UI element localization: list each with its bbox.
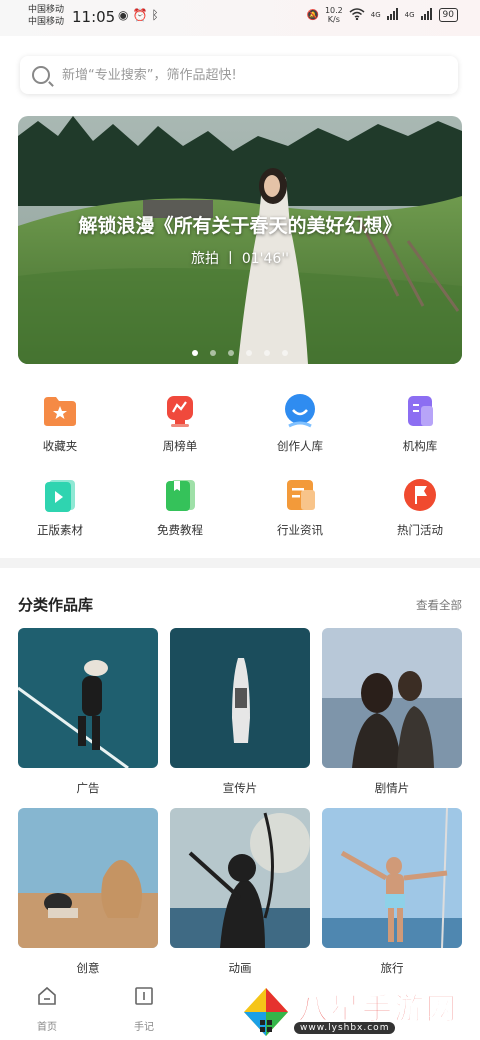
section-title: 分类作品库: [18, 596, 94, 614]
search-input[interactable]: [60, 66, 444, 84]
status-icons-left: ◉⏰ᛒ: [118, 8, 163, 22]
grid-item-label: 收藏夹: [42, 439, 78, 453]
watermark-logo: 八星手游网 www.lyshbx.com: [238, 984, 474, 1040]
banner-subtitle: 旅拍 丨 01'46'': [190, 251, 290, 267]
video-play-icon: [45, 480, 75, 512]
grid-item-favorites[interactable]: 收藏夹: [0, 388, 120, 472]
carousel-dot[interactable]: [228, 350, 234, 356]
category-label: 广告: [76, 781, 100, 795]
quick-entry-grid: 收藏夹 周榜单 创作人库 机构库 正版素材 免费教程 行业资讯 热门活动: [0, 388, 480, 556]
book-icon: [166, 480, 195, 511]
news-icon: [287, 480, 315, 510]
grid-item-label: 正版素材: [37, 523, 83, 537]
carrier-info: 中国移动 中国移动: [28, 4, 64, 28]
category-thumbnail: [322, 628, 462, 768]
tab-notes[interactable]: 手记: [114, 986, 174, 1033]
category-thumbnail: [170, 808, 310, 948]
clock: 11:05: [72, 8, 116, 26]
grid-item-industry-news[interactable]: 行业资讯: [240, 472, 360, 556]
building-icon: [408, 396, 433, 426]
signal-icon: [420, 7, 433, 23]
trophy-icon: [167, 396, 193, 427]
home-icon: [38, 986, 56, 1005]
category-thumbnail: [170, 628, 310, 768]
notebook-icon: [135, 987, 153, 1005]
search-bar[interactable]: [20, 56, 458, 94]
grid-item-label: 热门活动: [397, 523, 443, 537]
carrier-2: 中国移动: [28, 17, 65, 27]
wifi-icon: [349, 7, 365, 23]
carrier-1: 中国移动: [28, 5, 65, 15]
grid-item-creator-library[interactable]: 创作人库: [240, 388, 360, 472]
category-label: 创意: [76, 961, 100, 975]
grid-item-weekly-ranking[interactable]: 周榜单: [120, 388, 240, 472]
category-label: 宣传片: [222, 781, 258, 795]
tab-label: 首页: [37, 1022, 57, 1033]
category-card-promo[interactable]: 宣传片: [170, 628, 310, 796]
grid-item-label: 创作人库: [277, 439, 323, 453]
tab-label: 手记: [134, 1022, 154, 1033]
carousel-dot[interactable]: [210, 350, 216, 356]
banner-title: 解锁浪漫《所有关于春天的美好幻想》: [78, 215, 402, 237]
grid-item-free-tutorials[interactable]: 免费教程: [120, 472, 240, 556]
eye-icon: ◉: [118, 8, 133, 22]
creator-icon: [285, 394, 315, 428]
status-icons-right: 🔕 10.2 K/s 4G 4G 90: [306, 6, 458, 24]
carousel-dot[interactable]: [192, 350, 198, 356]
folder-star-icon: [44, 397, 76, 426]
category-thumbnail: [17, 628, 158, 770]
net-speed-value: 10.2: [324, 6, 343, 15]
banner-carousel[interactable]: 解锁浪漫《所有关于春天的美好幻想》 旅拍 丨 01'46'': [18, 116, 462, 364]
grid-item-label: 免费教程: [157, 523, 203, 537]
category-label: 剧情片: [374, 781, 410, 795]
carousel-indicator: [18, 350, 462, 356]
mute-icon: 🔕: [306, 9, 319, 21]
banner-image: [18, 116, 462, 364]
category-label: 旅行: [380, 961, 404, 975]
search-icon: [32, 66, 50, 84]
category-card-ad[interactable]: 广告: [17, 628, 158, 796]
flag-icon: [404, 479, 436, 511]
grid-item-label: 周榜单: [162, 439, 198, 453]
category-card-travel[interactable]: 旅行: [322, 807, 462, 976]
tab-home[interactable]: 首页: [17, 986, 77, 1033]
category-card-drama[interactable]: 剧情片: [322, 628, 462, 796]
view-all-link[interactable]: 查看全部: [416, 597, 462, 613]
category-label: 动画: [228, 961, 252, 975]
grid-item-licensed-assets[interactable]: 正版素材: [0, 472, 120, 556]
battery-icon: 90: [438, 8, 458, 22]
grid-item-label: 机构库: [402, 439, 438, 453]
category-grid: 广告 宣传片 剧情片 创意 动画 旅行: [17, 628, 462, 988]
alarm-icon: ⏰: [132, 8, 152, 22]
category-thumbnail: [18, 808, 158, 948]
carousel-dot[interactable]: [246, 350, 252, 356]
category-card-creative[interactable]: 创意: [18, 808, 158, 976]
grid-item-hot-events[interactable]: 热门活动: [360, 472, 480, 556]
carousel-dot[interactable]: [264, 350, 270, 356]
net-speed-unit: K/s: [327, 15, 340, 24]
watermark-url: www.lyshbx.com: [294, 1022, 396, 1034]
carousel-dot[interactable]: [282, 350, 288, 356]
section-divider: [0, 558, 480, 568]
signal-1-label: 4G: [370, 11, 381, 19]
watermark-logo-icon: [244, 988, 288, 1036]
signal-2-label: 4G: [404, 11, 415, 19]
signal-icon: [386, 7, 399, 23]
status-bar: 中国移动 中国移动 11:05 ◉⏰ᛒ 🔕 10.2 K/s 4G 4G 90: [0, 0, 480, 36]
category-card-animation[interactable]: 动画: [170, 808, 310, 976]
grid-item-label: 行业资讯: [277, 523, 323, 537]
net-speed: 10.2 K/s: [325, 6, 343, 24]
category-thumbnail: [322, 807, 462, 949]
bluetooth-icon: ᛒ: [151, 8, 163, 22]
grid-item-agency-library[interactable]: 机构库: [360, 388, 480, 472]
